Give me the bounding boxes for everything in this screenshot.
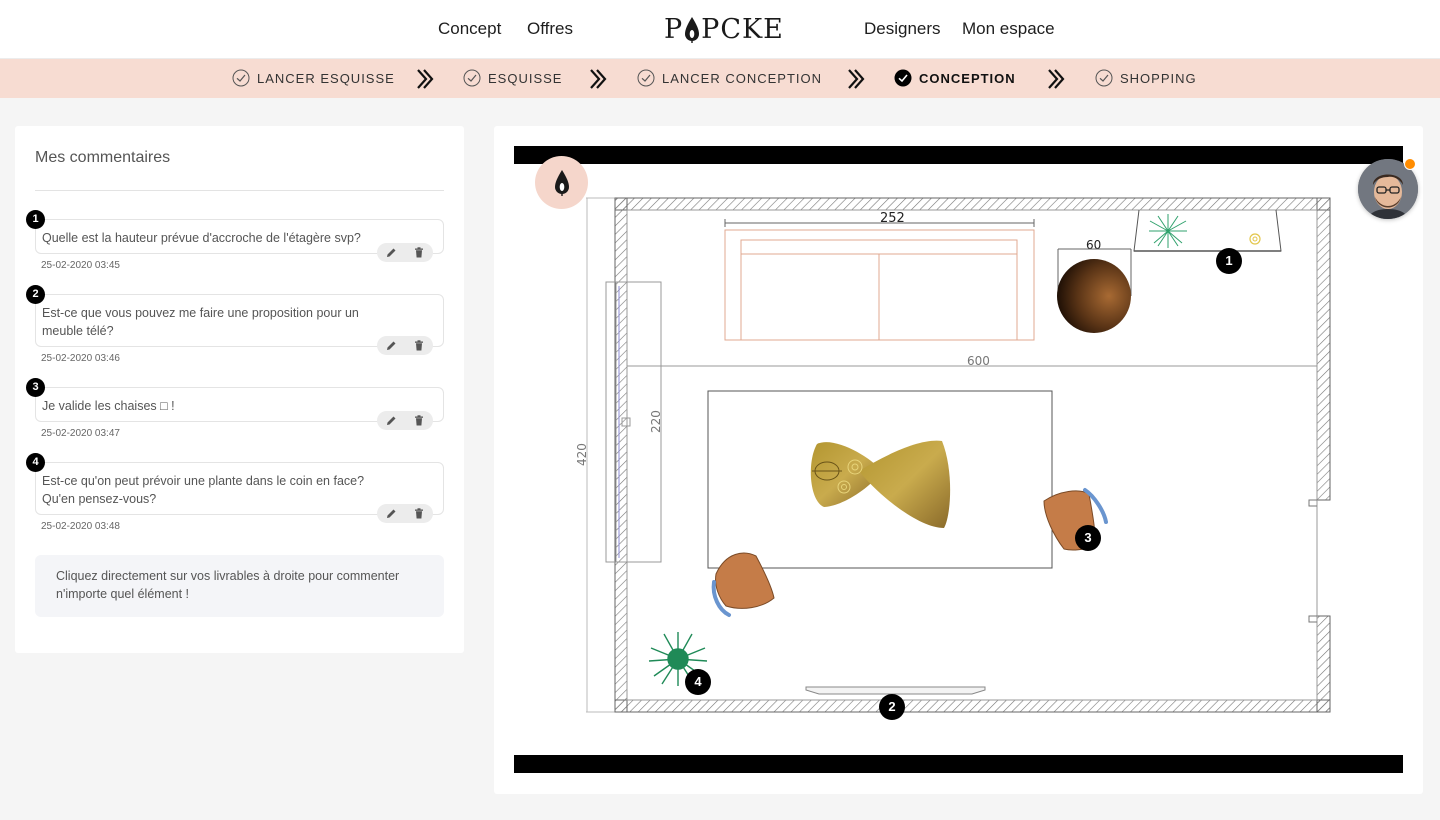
comment-text: Est-ce que vous pouvez me faire une prop…	[42, 306, 359, 338]
round-side-table[interactable]	[1057, 248, 1132, 333]
pipcke-logo[interactable]: P PCKE	[664, 14, 784, 45]
step-label: CONCEPTION	[919, 70, 1016, 86]
double-chevron-right-icon	[1048, 69, 1065, 89]
pencil-icon[interactable]	[383, 339, 399, 353]
comment-date: 25-02-2020 03:48	[41, 521, 120, 532]
comment-actions	[377, 411, 433, 430]
top-navigation: Concept Offres P PCKE Designers Mon espa…	[0, 0, 1440, 59]
trash-icon[interactable]	[411, 414, 427, 428]
comment-date: 25-02-2020 03:45	[41, 260, 120, 271]
online-status-dot	[1404, 158, 1416, 170]
comments-panel: Mes commentaires Quelle est la hauteur p…	[15, 126, 464, 653]
comment-text: Je valide les chaises □ !	[42, 399, 175, 413]
trash-icon[interactable]	[411, 339, 427, 353]
double-chevron-right-icon	[848, 69, 865, 89]
comment-pin-4[interactable]: 4	[685, 669, 711, 695]
trash-icon[interactable]	[411, 246, 427, 260]
step-label: ESQUISSE	[488, 70, 563, 86]
dim-room-length: 600	[967, 354, 990, 368]
comment-number-badge: 2	[26, 285, 45, 304]
pencil-icon[interactable]	[383, 246, 399, 260]
step-conception[interactable]: CONCEPTION	[894, 69, 1016, 87]
wall-shelf[interactable]	[1133, 209, 1282, 252]
dimension-labels: 252 60 600 420 220	[575, 211, 1101, 466]
coffee-tables[interactable]	[810, 440, 951, 528]
nav-designers[interactable]: Designers	[864, 19, 941, 39]
double-chevron-right-icon	[590, 69, 607, 89]
step-label: LANCER ESQUISSE	[257, 70, 395, 86]
room-walls	[614, 197, 1331, 713]
comment-date: 25-02-2020 03:46	[41, 353, 120, 364]
step-lancer-esquisse[interactable]: LANCER ESQUISSE	[232, 69, 395, 87]
comment-actions	[377, 504, 433, 523]
plant-small	[1149, 214, 1187, 248]
nav-mon-espace[interactable]: Mon espace	[962, 19, 1055, 39]
armchair-left[interactable]	[711, 552, 775, 617]
logo-drop-icon	[685, 16, 700, 43]
comment-pin-3[interactable]: 3	[1075, 525, 1101, 551]
panel-title: Mes commentaires	[35, 149, 171, 166]
check-circle-icon	[463, 69, 481, 87]
comment-number-badge: 4	[26, 453, 45, 472]
dim-room-depth: 420	[575, 443, 589, 466]
double-chevron-right-icon	[417, 69, 434, 89]
designer-logo-badge[interactable]	[535, 156, 588, 209]
nav-concept[interactable]: Concept	[438, 19, 501, 39]
logo-text-rest: PCKE	[701, 14, 784, 45]
check-circle-icon	[232, 69, 250, 87]
pencil-icon[interactable]	[383, 507, 399, 521]
step-shopping[interactable]: SHOPPING	[1095, 69, 1197, 87]
floor-plan-drawing[interactable]: 252 60 600 420 220	[494, 126, 1423, 794]
comment-text: Est-ce qu'on peut prévoir une plante dan…	[42, 474, 365, 506]
logo-text: P	[664, 14, 684, 45]
pencil-icon[interactable]	[383, 414, 399, 428]
comment-date: 25-02-2020 03:47	[41, 428, 120, 439]
dim-table-width: 60	[1086, 238, 1101, 252]
dim-inner-depth: 220	[649, 410, 663, 433]
comment-text: Quelle est la hauteur prévue d'accroche …	[42, 231, 361, 245]
divider	[35, 190, 444, 191]
comment-actions	[377, 243, 433, 262]
logo-drop-icon	[554, 169, 569, 196]
dimension-guides	[586, 197, 616, 713]
hint-box: Cliquez directement sur vos livrables à …	[35, 555, 444, 617]
comment-actions	[377, 336, 433, 355]
trash-icon[interactable]	[411, 507, 427, 521]
check-circle-icon	[637, 69, 655, 87]
floor-plan-panel[interactable]: 252 60 600 420 220 1 2 3 4	[494, 126, 1423, 794]
dim-sofa-width: 252	[880, 211, 905, 226]
step-label: LANCER CONCEPTION	[662, 70, 823, 86]
comment-number-badge: 3	[26, 378, 45, 397]
tv-bench[interactable]	[805, 686, 986, 695]
check-circle-icon	[1095, 69, 1113, 87]
step-esquisse[interactable]: ESQUISSE	[463, 69, 562, 87]
nav-offres[interactable]: Offres	[527, 19, 573, 39]
comment-number-badge: 1	[26, 210, 45, 229]
step-label: SHOPPING	[1120, 70, 1197, 86]
step-lancer-conception[interactable]: LANCER CONCEPTION	[637, 69, 822, 87]
sofa[interactable]	[724, 219, 1035, 341]
check-circle-filled-icon	[894, 69, 912, 87]
hint-text: Cliquez directement sur vos livrables à …	[56, 569, 400, 601]
comment-pin-1[interactable]: 1	[1216, 248, 1242, 274]
comment-pin-2[interactable]: 2	[879, 694, 905, 720]
